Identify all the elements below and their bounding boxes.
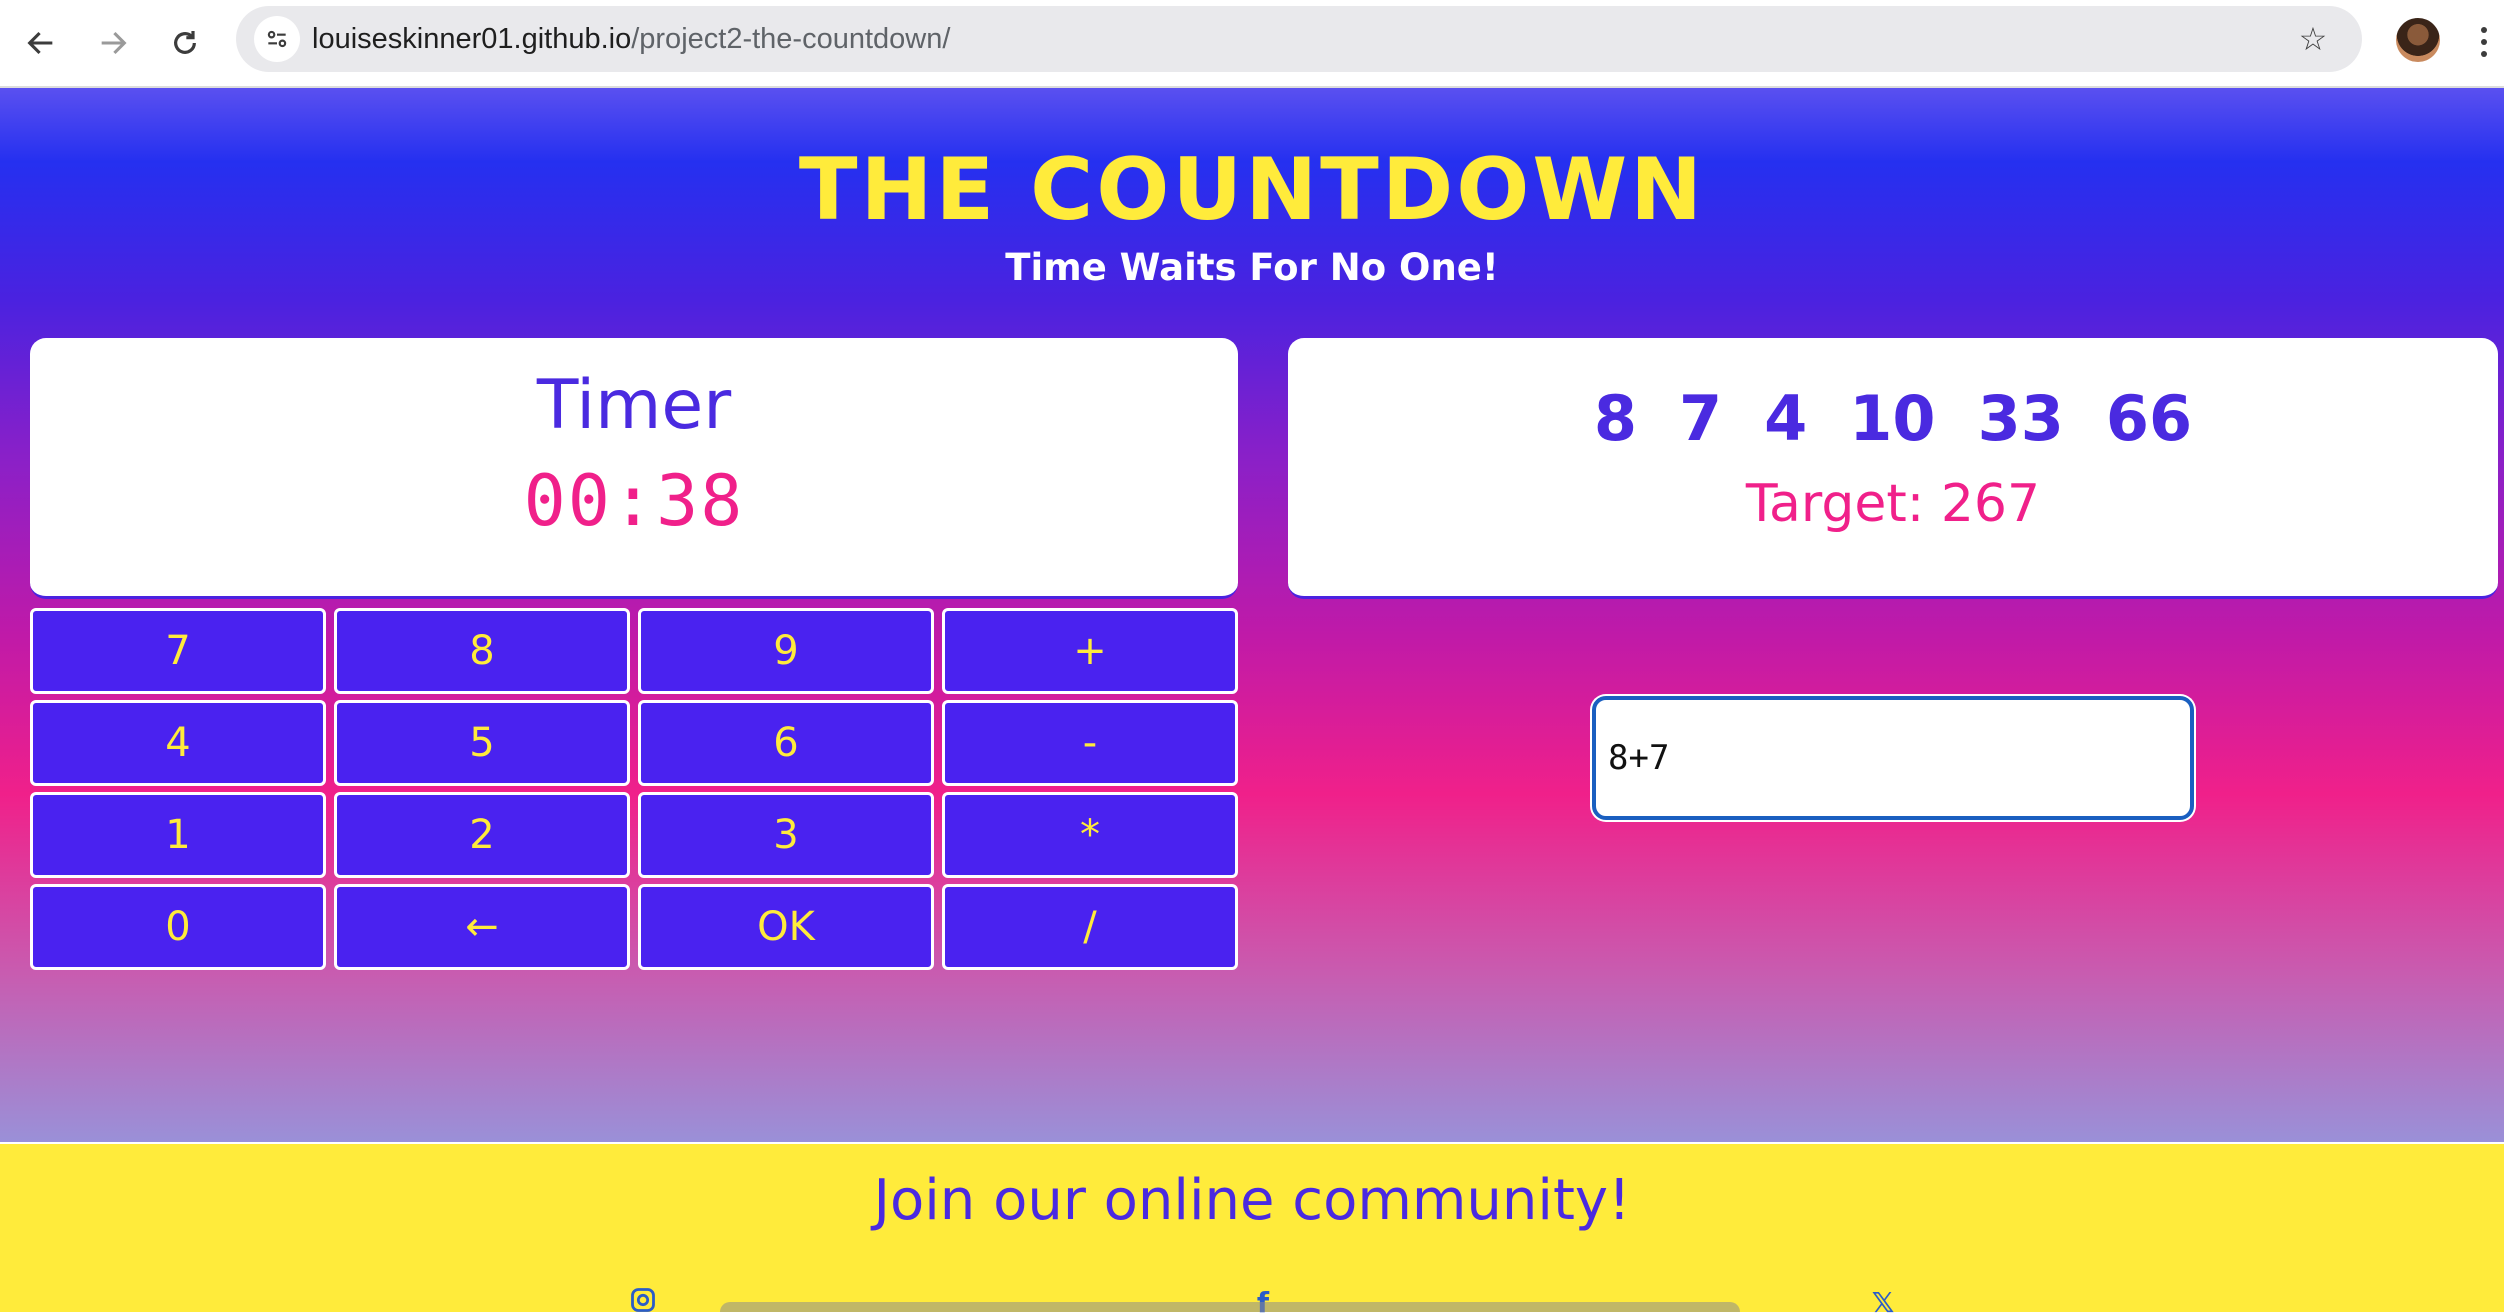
page-title: THE COUNTDOWN xyxy=(798,140,1706,240)
profile-avatar[interactable] xyxy=(2396,18,2440,62)
target-label: Target: xyxy=(1745,474,1925,534)
keypad: 7 8 9 + 4 5 6 - 1 2 3 * 0 ← OK / xyxy=(30,608,1240,970)
number-tile: 4 xyxy=(1764,382,1808,455)
key-divide[interactable]: / xyxy=(942,884,1238,970)
answer-text: 8+7 xyxy=(1608,738,1670,778)
scroll-indicator xyxy=(720,1302,1740,1312)
key-8[interactable]: 8 xyxy=(334,608,630,694)
forward-button[interactable] xyxy=(84,14,142,72)
key-1[interactable]: 1 xyxy=(30,792,326,878)
key-minus[interactable]: - xyxy=(942,700,1238,786)
url-text: louiseskinner01.github.io/project2-the-c… xyxy=(312,20,950,58)
number-tile: 7 xyxy=(1679,382,1723,455)
key-9[interactable]: 9 xyxy=(638,608,934,694)
forward-arrow-icon xyxy=(101,31,127,55)
numbers-card: 8 7 4 10 33 66 Target: 267 xyxy=(1288,338,2498,599)
number-tile: 10 xyxy=(1849,382,1936,455)
key-multiply[interactable]: * xyxy=(942,792,1238,878)
key-2[interactable]: 2 xyxy=(334,792,630,878)
target-value: 267 xyxy=(1940,474,2041,534)
timer-card: Timer 00:38 xyxy=(30,338,1238,599)
page-subtitle: Time Waits For No One! xyxy=(1005,246,1499,289)
key-plus[interactable]: + xyxy=(942,608,1238,694)
instagram-icon[interactable] xyxy=(628,1286,658,1316)
key-7[interactable]: 7 xyxy=(30,608,326,694)
url-path: /project2-the-countdown/ xyxy=(631,23,951,55)
browser-toolbar: louiseskinner01.github.io/project2-the-c… xyxy=(0,0,2504,88)
url-domain: louiseskinner01.github.io xyxy=(312,23,632,55)
key-5[interactable]: 5 xyxy=(334,700,630,786)
address-bar[interactable]: louiseskinner01.github.io/project2-the-c… xyxy=(236,6,2362,72)
numbers-row: 8 7 4 10 33 66 xyxy=(1288,382,2498,455)
key-backspace[interactable]: ← xyxy=(334,884,630,970)
key-4[interactable]: 4 xyxy=(30,700,326,786)
bookmark-star-icon[interactable]: ☆ xyxy=(2290,16,2336,62)
key-0[interactable]: 0 xyxy=(30,884,326,970)
community-heading: Join our online community! xyxy=(873,1168,1631,1233)
number-tile: 33 xyxy=(1977,382,2064,455)
number-tile: 66 xyxy=(2105,382,2193,455)
target: Target: 267 xyxy=(1288,474,2498,534)
browser-menu-icon[interactable] xyxy=(2472,14,2496,70)
reload-button[interactable] xyxy=(156,14,214,72)
reload-icon xyxy=(174,31,196,54)
back-arrow-icon xyxy=(27,31,53,55)
number-tile: 8 xyxy=(1593,382,1637,455)
game-page: THE COUNTDOWN Time Waits For No One! Tim… xyxy=(0,88,2504,1142)
site-settings-icon[interactable] xyxy=(254,16,300,62)
x-icon[interactable]: 𝕏 xyxy=(1868,1286,1898,1316)
timer-value: 00:38 xyxy=(523,460,745,542)
key-ok[interactable]: OK xyxy=(638,884,934,970)
timer-label: Timer xyxy=(536,366,732,445)
key-3[interactable]: 3 xyxy=(638,792,934,878)
back-button[interactable] xyxy=(12,14,70,72)
answer-input[interactable]: 8+7 xyxy=(1592,696,2194,820)
footer: Join our online community! f 𝕏 xyxy=(0,1142,2504,1316)
key-6[interactable]: 6 xyxy=(638,700,934,786)
